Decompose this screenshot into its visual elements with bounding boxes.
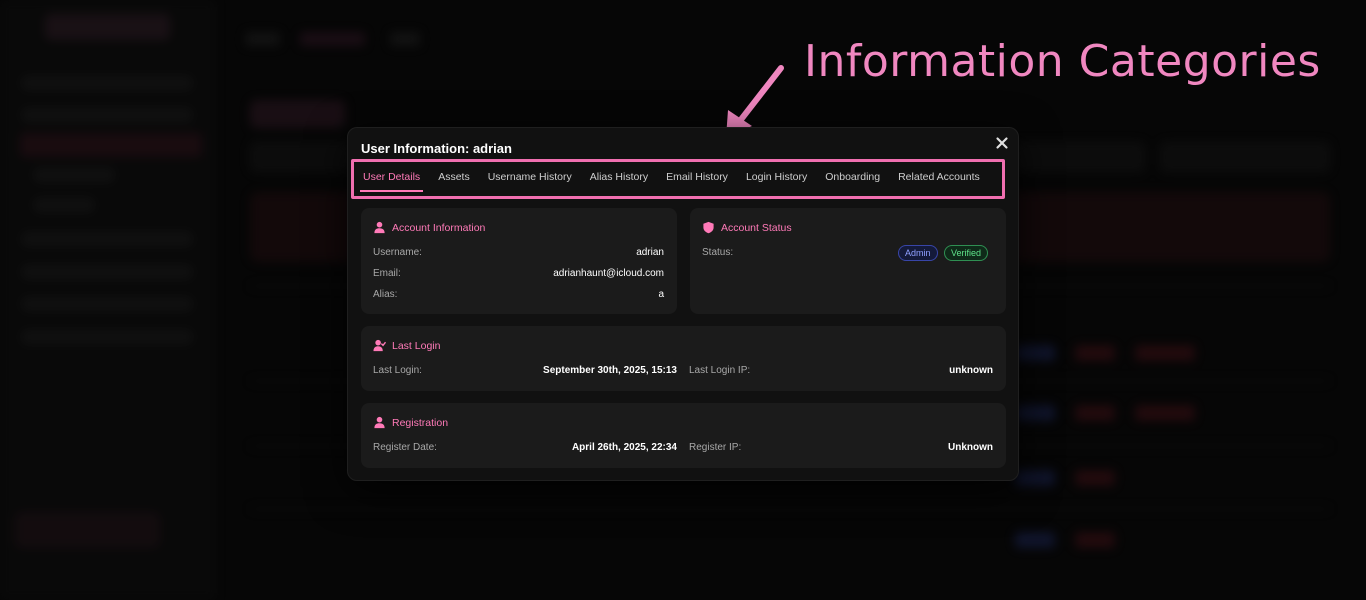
background-chip xyxy=(1135,345,1195,361)
tab-user-details[interactable]: User Details xyxy=(360,166,424,192)
background-logo xyxy=(45,14,170,40)
background-breadcrumb xyxy=(300,32,365,46)
account-status-heading: Account Status xyxy=(702,221,792,234)
last-login-label: Last Login: xyxy=(373,365,422,376)
close-icon[interactable] xyxy=(994,135,1010,151)
user-icon xyxy=(374,221,385,234)
register-ip-label: Register IP: xyxy=(689,442,742,453)
background-nav-item xyxy=(22,265,192,279)
user-icon xyxy=(374,416,385,429)
background-chip xyxy=(1015,470,1055,486)
background-nav-item xyxy=(22,108,192,122)
last-login-ip-value: unknown xyxy=(949,365,993,376)
background-chip xyxy=(1015,532,1055,548)
category-tabs: User Details Assets Username History Ali… xyxy=(360,166,995,192)
user-check-icon xyxy=(373,339,386,352)
background-sidebar xyxy=(0,0,215,600)
last-login-card: Last Login Last Login: September 30th, 2… xyxy=(361,326,1006,391)
registration-card: Registration Register Date: April 26th, … xyxy=(361,403,1006,468)
background-breadcrumb xyxy=(390,32,420,46)
alias-label: Alias: xyxy=(373,289,398,300)
tab-email-history[interactable]: Email History xyxy=(663,166,731,190)
background-bottom-button xyxy=(15,512,160,548)
account-information-card: Account Information Username: adrian Ema… xyxy=(361,208,677,314)
admin-badge: Admin xyxy=(898,245,938,261)
background-select xyxy=(250,142,350,172)
tab-related-accounts[interactable]: Related Accounts xyxy=(895,166,983,190)
background-chip xyxy=(1075,470,1115,486)
background-chip xyxy=(1075,345,1115,361)
tab-onboarding[interactable]: Onboarding xyxy=(822,166,883,190)
background-chip xyxy=(1015,345,1055,361)
background-nav-item xyxy=(22,232,192,246)
alias-value: a xyxy=(658,289,664,300)
background-nav-item xyxy=(34,198,94,212)
background-select xyxy=(1015,142,1145,172)
account-status-title: Account Status xyxy=(721,221,792,234)
background-chip xyxy=(1075,532,1115,548)
modal-title: User Information: adrian xyxy=(361,141,512,156)
background-nav-item xyxy=(22,76,192,90)
registration-heading: Registration xyxy=(373,416,448,429)
background-table-row xyxy=(250,508,1330,510)
username-value: adrian xyxy=(636,247,664,258)
email-label: Email: xyxy=(373,268,401,279)
last-login-title: Last Login xyxy=(392,339,441,352)
verified-badge: Verified xyxy=(944,245,989,261)
register-date-label: Register Date: xyxy=(373,442,437,453)
background-breadcrumb xyxy=(245,32,280,46)
background-nav-item xyxy=(22,297,192,311)
tab-alias-history[interactable]: Alias History xyxy=(587,166,651,190)
last-login-ip-label: Last Login IP: xyxy=(689,365,751,376)
account-information-heading: Account Information xyxy=(373,221,485,234)
background-chip xyxy=(1075,405,1115,421)
last-login-value: September 30th, 2025, 15:13 xyxy=(543,365,677,376)
tab-username-history[interactable]: Username History xyxy=(485,166,575,190)
background-nav-item xyxy=(34,168,114,182)
email-value: adrianhaunt@icloud.com xyxy=(553,268,664,279)
account-information-title: Account Information xyxy=(392,221,486,234)
register-date-value: April 26th, 2025, 22:34 xyxy=(571,442,677,453)
tab-login-history[interactable]: Login History xyxy=(743,166,810,190)
tab-assets[interactable]: Assets xyxy=(435,166,473,190)
annotation-label: Information Categories xyxy=(804,36,1321,87)
shield-icon xyxy=(703,221,714,234)
account-status-card: Account Status Status: Admin Verified xyxy=(690,208,1006,314)
background-chip xyxy=(1135,405,1195,421)
background-nav-item-active xyxy=(20,133,202,157)
last-login-heading: Last Login xyxy=(373,339,440,352)
register-ip-value: Unknown xyxy=(948,442,993,453)
background-nav-item xyxy=(22,330,192,344)
registration-title: Registration xyxy=(392,416,449,429)
background-select xyxy=(1160,142,1330,172)
status-label: Status: xyxy=(702,247,734,258)
background-chip xyxy=(1015,405,1055,421)
username-label: Username: xyxy=(373,247,422,258)
background-page-title xyxy=(250,100,345,128)
